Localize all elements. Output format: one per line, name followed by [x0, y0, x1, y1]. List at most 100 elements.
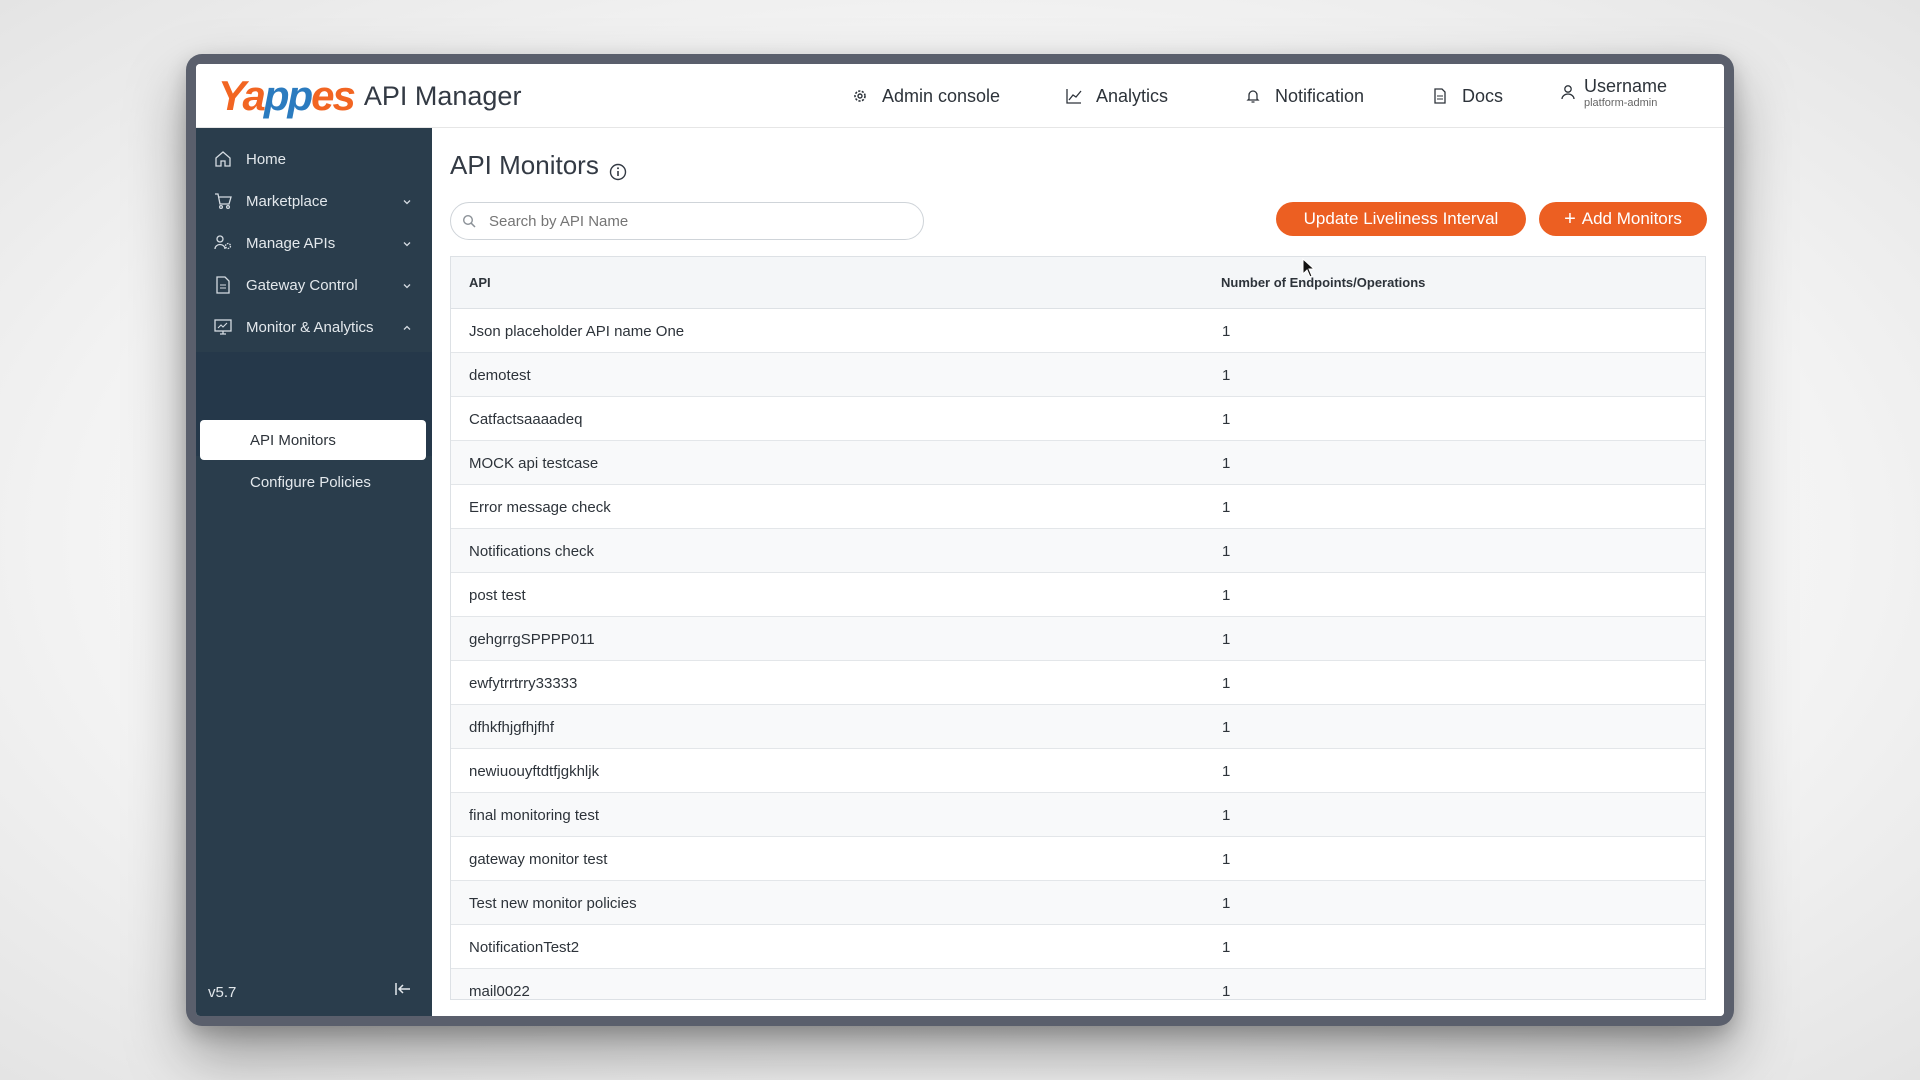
cell-api-name: ewfytrrtrry33333 — [469, 675, 578, 692]
nav-docs[interactable]: Docs — [1432, 64, 1503, 128]
logo-wordmark: Yappes — [218, 72, 356, 119]
update-liveliness-interval-button[interactable]: Update Liveliness Interval — [1276, 202, 1526, 236]
table-row[interactable]: Notifications check 1 — [451, 529, 1705, 573]
table-row[interactable]: final monitoring test 1 — [451, 793, 1705, 837]
cell-api-name: demotest — [469, 367, 531, 384]
cell-endpoint-count: 1 — [1222, 807, 1231, 824]
cell-api-name: mail0022 — [469, 983, 530, 1000]
cell-endpoint-count: 1 — [1222, 455, 1231, 472]
gear-icon — [852, 88, 868, 104]
cell-endpoint-count: 1 — [1222, 675, 1231, 692]
search-input[interactable] — [450, 202, 924, 240]
product-name: API Manager — [363, 80, 522, 111]
top-header: Yappes API Manager Admin console Analyti… — [196, 64, 1724, 128]
table-row[interactable]: Json placeholder API name One 1 — [451, 309, 1705, 353]
cell-api-name: NotificationTest2 — [469, 939, 580, 956]
sidebar-item-home[interactable]: Home — [196, 138, 432, 180]
sidebar-item-monitor-analytics[interactable]: Monitor & Analytics — [196, 306, 432, 348]
cell-endpoint-count: 1 — [1222, 851, 1231, 868]
cell-api-name: Test new monitor policies — [469, 895, 637, 912]
collapse-sidebar-icon[interactable] — [394, 980, 412, 998]
table-row[interactable]: Catfactsaaaadeq 1 — [451, 397, 1705, 441]
nav-admin-label: Admin console — [882, 85, 1001, 106]
info-icon[interactable] — [609, 157, 627, 180]
table-row[interactable]: Test new monitor policies 1 — [451, 881, 1705, 925]
sidebar-item-label: Monitor & Analytics — [246, 318, 374, 336]
logo[interactable]: Yappes API Manager — [218, 72, 522, 119]
cell-endpoint-count: 1 — [1222, 367, 1231, 384]
nav-notification[interactable]: Notification — [1245, 64, 1364, 128]
cell-endpoint-count: 1 — [1222, 499, 1231, 516]
cart-icon — [214, 192, 232, 210]
cell-api-name: newiuouyftdtfjgkhljk — [469, 763, 600, 780]
column-header-endpoints[interactable]: Number of Endpoints/Operations — [1221, 275, 1425, 290]
sidebar-item-label: Marketplace — [246, 192, 328, 210]
chart-line-icon — [1066, 88, 1082, 104]
nav-notification-label: Notification — [1275, 85, 1365, 106]
nav-docs-label: Docs — [1462, 85, 1504, 106]
cell-endpoint-count: 1 — [1222, 323, 1231, 340]
add-monitors-button[interactable]: + Add Monitors — [1539, 202, 1707, 236]
table-row[interactable]: dfhkfhjgfhjfhf 1 — [451, 705, 1705, 749]
sidebar-item-label: Home — [246, 150, 287, 168]
cell-endpoint-count: 1 — [1222, 543, 1231, 560]
sidebar-subitem-configure-policies[interactable]: Configure Policies — [200, 462, 426, 502]
cell-api-name: final monitoring test — [469, 807, 600, 824]
sidebar-item-gateway-control[interactable]: Gateway Control — [196, 264, 432, 306]
user-menu[interactable]: Username platform-admin — [1560, 76, 1667, 110]
plus-icon: + — [1564, 207, 1576, 230]
page-title-text: API Monitors — [450, 150, 599, 180]
table-row[interactable]: newiuouyftdtfjgkhljk 1 — [451, 749, 1705, 793]
manage-icon — [214, 234, 232, 252]
column-header-api[interactable]: API — [469, 275, 491, 290]
cell-api-name: Json placeholder API name One — [469, 323, 685, 340]
cell-api-name: Error message check — [469, 499, 611, 516]
chevron-up-icon — [402, 320, 412, 330]
cell-api-name: dfhkfhjgfhjfhf — [469, 719, 555, 736]
main-content: API Monitors Update Liveliness Interval … — [432, 128, 1724, 1016]
sidebar-subitem-api-monitors[interactable]: API Monitors — [200, 420, 426, 460]
sidebar-item-manage-apis[interactable]: Manage APIs — [196, 222, 432, 264]
document-icon — [1432, 88, 1448, 104]
nav-analytics-label: Analytics — [1096, 85, 1169, 106]
table-row[interactable]: NotificationTest2 1 — [451, 925, 1705, 969]
cell-endpoint-count: 1 — [1222, 939, 1231, 956]
sidebar-item-marketplace[interactable]: Marketplace — [196, 180, 432, 222]
bell-icon — [1245, 88, 1261, 104]
page-title: API Monitors — [450, 150, 627, 181]
sidebar-subitem-label: API Monitors — [250, 431, 336, 449]
table-row[interactable]: mail0022 1 — [451, 969, 1705, 1000]
chevron-down-icon — [402, 278, 412, 289]
cell-endpoint-count: 1 — [1222, 763, 1231, 780]
user-role: platform-admin — [1584, 97, 1658, 109]
nav-admin-console[interactable]: Admin console — [852, 64, 1000, 128]
username: Username — [1584, 76, 1668, 96]
cell-endpoint-count: 1 — [1222, 719, 1231, 736]
sidebar-item-label: Manage APIs — [246, 234, 336, 252]
home-icon — [214, 150, 232, 168]
cell-api-name: gehgrrgSPPPP011 — [469, 631, 595, 648]
version-label: v5.7 — [208, 984, 237, 1001]
table-row[interactable]: gehgrrgSPPPP011 1 — [451, 617, 1705, 661]
cell-api-name: Catfactsaaaadeq — [469, 411, 583, 428]
add-monitors-label: Add Monitors — [1581, 209, 1682, 228]
table-row[interactable]: MOCK api testcase 1 — [451, 441, 1705, 485]
table-row[interactable]: gateway monitor test 1 — [451, 837, 1705, 881]
cell-endpoint-count: 1 — [1222, 411, 1231, 428]
cell-endpoint-count: 1 — [1222, 587, 1231, 604]
cell-endpoint-count: 1 — [1222, 631, 1231, 648]
monitors-table: API Number of Endpoints/Operations Json … — [450, 256, 1706, 1000]
cell-endpoint-count: 1 — [1222, 983, 1231, 1000]
cell-api-name: MOCK api testcase — [469, 455, 599, 472]
table-row[interactable]: Error message check 1 — [451, 485, 1705, 529]
app-window: Yappes API Manager Admin console Analyti… — [196, 64, 1724, 1016]
cell-api-name: post test — [469, 587, 526, 604]
document-icon — [214, 276, 232, 294]
table-row[interactable]: ewfytrrtrry33333 1 — [451, 661, 1705, 705]
sidebar-item-label: Gateway Control — [246, 276, 358, 294]
nav-analytics[interactable]: Analytics — [1066, 64, 1168, 128]
table-row[interactable]: demotest 1 — [451, 353, 1705, 397]
table-header: API Number of Endpoints/Operations — [451, 257, 1705, 309]
sidebar: Home Marketplace Manage APIs Gateway Con… — [196, 128, 432, 1016]
table-row[interactable]: post test 1 — [451, 573, 1705, 617]
